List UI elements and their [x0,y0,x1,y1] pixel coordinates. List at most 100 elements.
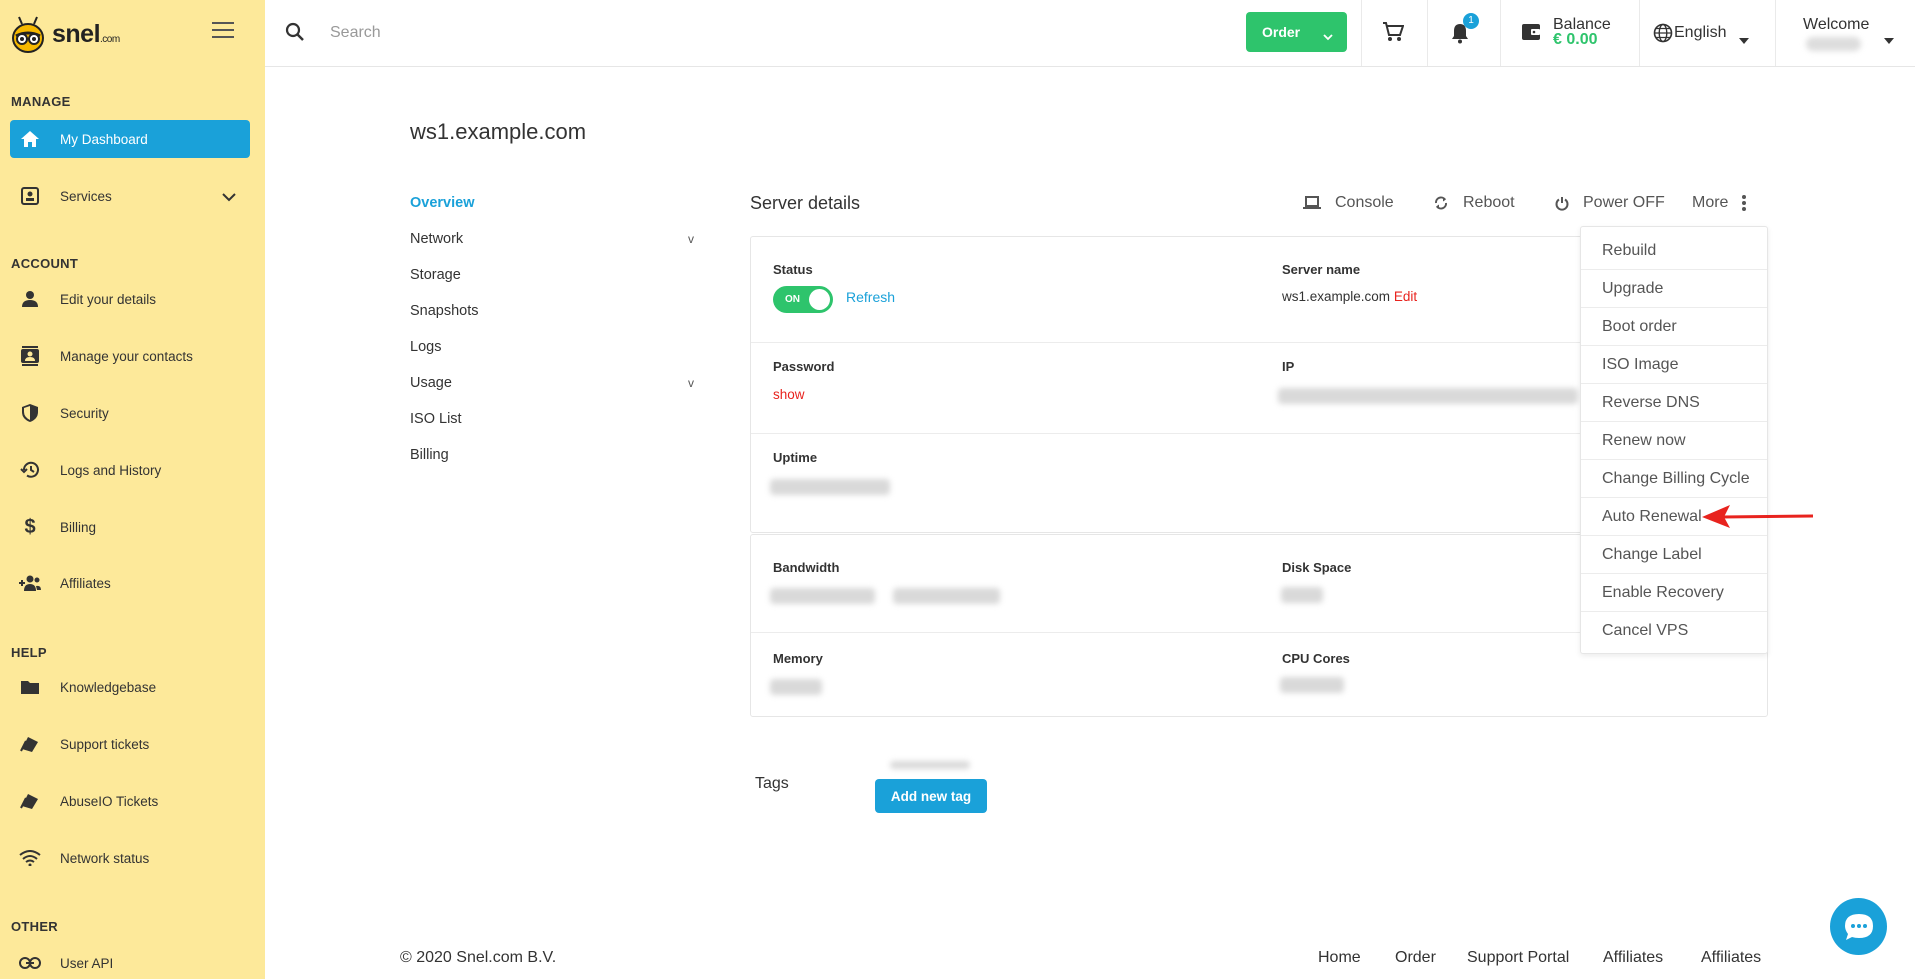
sidebar-item-label: Billing [60,519,97,535]
sidebar-item-security[interactable]: Security [10,394,250,432]
order-button[interactable]: Order [1246,12,1347,52]
menu-toggle-icon[interactable] [212,22,234,40]
sidebar-item-edit-your-details[interactable]: Edit your details [10,280,250,318]
sidebar-item-abuseio-tickets[interactable]: AbuseIO Tickets [10,782,250,820]
language-selector[interactable]: English [1674,24,1726,42]
sidebar-item-logs-and-history[interactable]: Logs and History [10,451,250,489]
sidebar-item-billing[interactable]: $ Billing [10,508,250,546]
chevron-down-icon [1323,28,1333,44]
menu-item-rebuild[interactable]: Rebuild [1581,232,1767,270]
caret-down-icon [1739,31,1749,49]
footer-link-support-portal[interactable]: Support Portal [1467,949,1569,967]
tags-title: Tags [755,775,789,792]
link-icon [10,957,50,969]
power-off-button[interactable]: Power OFF [1555,194,1665,212]
contacts-icon [10,346,50,366]
menu-item-change-label[interactable]: Change Label [1581,536,1767,574]
footer-link-affiliates[interactable]: Affiliates [1603,949,1663,967]
footer-link-home[interactable]: Home [1318,949,1361,967]
sidebar-item-manage-your-contacts[interactable]: Manage your contacts [10,337,250,375]
sidebar-item-user-api[interactable]: User API [10,944,250,979]
search-input[interactable] [330,18,830,48]
subnav-network-caret[interactable]: v [688,232,694,246]
sidebar: snel.com MANAGE My Dashboard Services AC… [0,0,265,979]
divider [1775,0,1776,66]
menu-item-renew-now[interactable]: Renew now [1581,422,1767,460]
cart-icon[interactable] [1382,22,1405,47]
status-toggle-text: ON [785,294,800,305]
wifi-icon [10,850,50,866]
sidebar-item-my-dashboard[interactable]: My Dashboard [10,120,250,158]
user-menu[interactable]: Welcome [1803,16,1869,34]
menu-item-cancel-vps[interactable]: Cancel VPS [1581,612,1767,650]
redacted-ip [1278,388,1578,404]
home-icon [10,130,50,148]
notification-badge: 1 [1463,13,1479,29]
subnav-network[interactable]: Network [410,231,463,247]
power-off-label: Power OFF [1583,194,1665,211]
balance-value: € 0.00 [1553,31,1598,48]
server-name-text: ws1.example.com [1282,289,1391,304]
subnav-logs[interactable]: Logs [410,339,441,355]
status-toggle[interactable]: ON [773,286,833,313]
subnav-storage[interactable]: Storage [410,267,461,283]
menu-item-boot-order[interactable]: Boot order [1581,308,1767,346]
shield-icon [10,403,50,423]
menu-item-change-billing-cycle[interactable]: Change Billing Cycle [1581,460,1767,498]
refresh-link[interactable]: Refresh [846,289,895,305]
sidebar-item-label: Support tickets [60,736,150,752]
group-add-icon [10,575,50,591]
menu-item-upgrade[interactable]: Upgrade [1581,270,1767,308]
laptop-icon [1303,196,1321,209]
section-other: OTHER [11,919,58,934]
subnav-usage[interactable]: Usage [410,375,452,391]
add-new-tag-button[interactable]: Add new tag [875,779,987,813]
subnav-snapshots[interactable]: Snapshots [410,303,479,319]
reboot-label: Reboot [1463,194,1515,211]
chat-button[interactable] [1830,898,1887,955]
reboot-icon [1435,196,1447,210]
subnav-usage-caret[interactable]: v [688,376,694,390]
subnav-billing[interactable]: Billing [410,447,449,463]
search-icon[interactable] [285,22,305,47]
menu-item-reverse-dns[interactable]: Reverse DNS [1581,384,1767,422]
sidebar-item-affiliates[interactable]: Affiliates [10,564,250,602]
subnav-iso-list[interactable]: ISO List [410,411,462,427]
sidebar-item-services[interactable]: Services [10,177,250,215]
redacted-uptime [770,479,890,495]
footer-link-affiliates-2[interactable]: Affiliates [1701,949,1761,967]
sidebar-item-support-tickets[interactable]: Support tickets [10,725,250,763]
person-icon [10,290,50,308]
annotation-arrow-icon [1702,505,1814,528]
chevron-down-icon [222,190,236,205]
divider [1361,0,1362,66]
subnav-overview[interactable]: Overview [410,195,475,211]
divider [1639,0,1640,66]
caret-down-icon [1884,31,1894,49]
copyright: © 2020 Snel.com B.V. [400,949,557,966]
chat-bubble-icon [1844,913,1873,940]
footer-link-order[interactable]: Order [1395,949,1436,967]
brand-name: snel.com [52,19,120,48]
menu-item-iso-image[interactable]: ISO Image [1581,346,1767,384]
power-icon [1555,196,1569,211]
console-button[interactable]: Console [1303,194,1394,212]
sidebar-item-network-status[interactable]: Network status [10,839,250,877]
sidebar-item-knowledgebase[interactable]: Knowledgebase [10,668,250,706]
menu-item-enable-recovery[interactable]: Enable Recovery [1581,574,1767,612]
server-details-title: Server details [750,193,861,213]
sidebar-item-label: Network status [60,850,150,866]
sidebar-item-label: AbuseIO Tickets [60,793,159,809]
edit-server-name-link[interactable]: Edit [1394,289,1417,304]
more-dropdown-menu: Rebuild Upgrade Boot order ISO Image Rev… [1580,226,1768,654]
show-password-link[interactable]: show [773,387,805,402]
reboot-button[interactable]: Reboot [1433,194,1515,212]
more-vert-icon [1742,195,1747,211]
more-label: More [1692,194,1729,211]
folder-icon [10,679,50,695]
more-button[interactable]: More [1692,194,1760,212]
brand-logo[interactable]: snel.com [10,14,120,54]
tickets-icon [10,735,50,753]
redacted-username [1806,37,1861,51]
server-name-value: ws1.example.com Edit [1282,289,1417,304]
